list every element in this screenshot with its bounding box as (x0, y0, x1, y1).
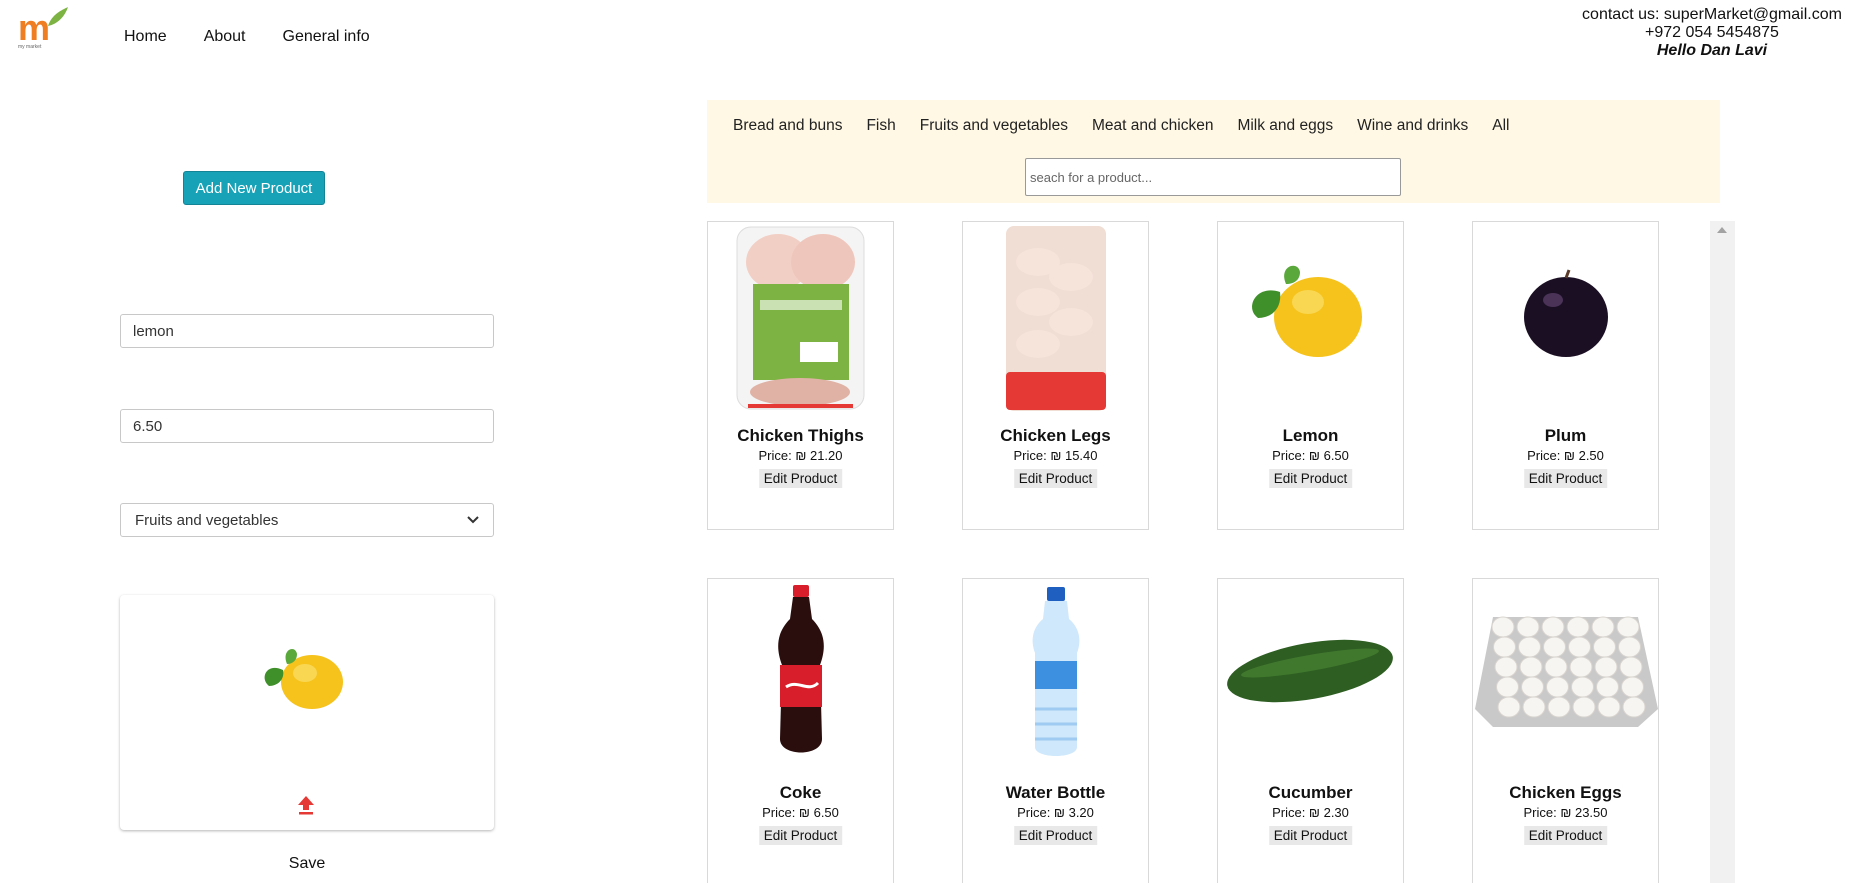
lemon-image (1252, 265, 1362, 357)
product-card: Chicken Eggs Price: ₪ 23.50 Edit Product (1472, 578, 1659, 883)
product-name-input[interactable] (120, 314, 494, 348)
category-bar: Bread and buns Fish Fruits and vegetable… (707, 100, 1720, 203)
product-name: Cucumber (1268, 783, 1353, 802)
cucumber-image (1227, 639, 1393, 703)
product-price: Price: ₪ 21.20 (758, 448, 843, 463)
product-grid: Chicken Thighs Price: ₪ 21.20 Edit Produ… (707, 221, 1692, 883)
product-price: Price: ₪ 6.50 (1272, 448, 1349, 463)
category-list: Bread and buns Fish Fruits and vegetable… (733, 117, 1533, 135)
water-bottle-image (1032, 587, 1080, 756)
scroll-up-arrow-icon[interactable] (1717, 227, 1727, 233)
category-select[interactable]: Fruits and vegetables (120, 503, 494, 537)
category-meat-and-chicken[interactable]: Meat and chicken (1092, 117, 1214, 135)
edit-product-button[interactable]: Edit Product (1013, 469, 1098, 488)
save-button[interactable]: Save (267, 852, 347, 876)
category-bread-and-buns[interactable]: Bread and buns (733, 117, 842, 135)
product-name: Water Bottle (1005, 783, 1106, 802)
contact-email: contact us: superMarket@gmail.com (1582, 6, 1842, 23)
edit-product-button[interactable]: Edit Product (1523, 469, 1608, 488)
category-milk-and-eggs[interactable]: Milk and eggs (1237, 117, 1333, 135)
product-price: Price: ₪ 15.40 (1013, 448, 1098, 463)
product-card: Lemon Price: ₪ 6.50 Edit Product (1217, 221, 1404, 530)
main-nav: Home About General info (124, 28, 407, 46)
my-market-logo[interactable]: m my market (18, 4, 70, 50)
svg-text:m: m (18, 7, 50, 48)
coke-bottle-image (778, 585, 824, 753)
product-name: Chicken Eggs (1509, 783, 1622, 802)
chicken-legs-image (1006, 226, 1106, 411)
category-all[interactable]: All (1492, 117, 1509, 135)
product-name: Plum (1544, 426, 1587, 445)
product-search-input[interactable] (1025, 158, 1401, 196)
product-image-preview (120, 595, 494, 830)
category-select-value: Fruits and vegetables (135, 511, 279, 529)
product-grid-scrollbar[interactable] (1710, 221, 1735, 883)
nav-about[interactable]: About (204, 28, 246, 46)
product-price: Price: ₪ 2.50 (1527, 448, 1604, 463)
category-fish[interactable]: Fish (866, 117, 895, 135)
product-name: Chicken Thighs (737, 426, 864, 445)
user-greeting: Hello Dan Lavi (1656, 42, 1768, 59)
svg-text:my market: my market (18, 44, 42, 50)
category-fruits-and-vegetables[interactable]: Fruits and vegetables (920, 117, 1068, 135)
product-price-input[interactable] (120, 409, 494, 443)
edit-product-button[interactable]: Edit Product (1013, 826, 1098, 845)
product-price: Price: ₪ 23.50 (1523, 805, 1608, 820)
product-card: Cucumber Price: ₪ 2.30 Edit Product (1217, 578, 1404, 883)
chicken-eggs-image (1475, 616, 1658, 727)
contact-info: contact us: superMarket@gmail.com +972 0… (1567, 6, 1857, 60)
chevron-down-icon (467, 516, 479, 524)
add-new-product-button[interactable]: Add New Product (183, 171, 325, 205)
product-card: Chicken Thighs Price: ₪ 21.20 Edit Produ… (707, 221, 894, 530)
category-wine-and-drinks[interactable]: Wine and drinks (1357, 117, 1468, 135)
contact-phone: +972 054 5454875 (1645, 24, 1779, 41)
plum-image (1524, 269, 1608, 357)
chicken-thighs-image (736, 226, 865, 410)
lemon-image (264, 649, 343, 709)
edit-product-button[interactable]: Edit Product (1268, 469, 1353, 488)
product-name: Coke (779, 783, 822, 802)
product-price: Price: ₪ 3.20 (1017, 805, 1094, 820)
edit-product-button[interactable]: Edit Product (1268, 826, 1353, 845)
edit-product-button[interactable]: Edit Product (758, 826, 843, 845)
product-name: Lemon (1282, 426, 1339, 445)
product-price: Price: ₪ 2.30 (1272, 805, 1349, 820)
product-card: Water Bottle Price: ₪ 3.20 Edit Product (962, 578, 1149, 883)
product-card: Coke Price: ₪ 6.50 Edit Product (707, 578, 894, 883)
edit-product-button[interactable]: Edit Product (758, 469, 843, 488)
product-card: Chicken Legs Price: ₪ 15.40 Edit Product (962, 221, 1149, 530)
product-card: Plum Price: ₪ 2.50 Edit Product (1472, 221, 1659, 530)
edit-product-button[interactable]: Edit Product (1523, 826, 1608, 845)
nav-home[interactable]: Home (124, 28, 167, 46)
upload-icon[interactable] (297, 795, 315, 815)
product-price: Price: ₪ 6.50 (762, 805, 839, 820)
product-name: Chicken Legs (1000, 426, 1111, 445)
nav-general-info[interactable]: General info (283, 28, 370, 46)
